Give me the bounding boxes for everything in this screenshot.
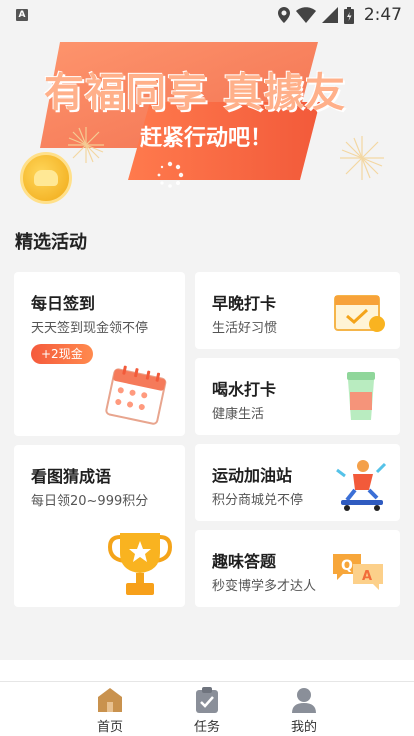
location-icon bbox=[277, 7, 290, 23]
clipboard-icon bbox=[196, 687, 218, 713]
signal-icon bbox=[321, 7, 338, 23]
card-title: 趣味答题 bbox=[212, 552, 277, 571]
svg-text:Q: Q bbox=[341, 558, 353, 574]
card-title: 运动加油站 bbox=[212, 466, 293, 485]
card-subtitle: 秒变博学多才达人 bbox=[212, 579, 317, 594]
card-subtitle: 每日领20~999积分 bbox=[31, 494, 149, 509]
card-drink-water[interactable]: 喝水打卡 健康生活 bbox=[195, 358, 400, 435]
card-subtitle: 积分商城兑不停 bbox=[212, 493, 304, 508]
nav-label: 我的 bbox=[290, 720, 317, 735]
checklist-calendar-icon bbox=[334, 295, 385, 332]
banner-subline: 赶紧行动吧！ bbox=[140, 126, 273, 151]
card-guess-idiom[interactable]: 看图猜成语 每日领20~999积分 bbox=[14, 445, 185, 607]
card-sport-station[interactable]: 运动加油站 积分商城兑不停 bbox=[195, 444, 400, 521]
card-title: 每日签到 bbox=[31, 294, 96, 313]
nav-home[interactable]: 首页 bbox=[85, 686, 135, 735]
card-morning-evening[interactable]: 早晚打卡 生活好习惯 bbox=[195, 272, 400, 349]
section-title: 精选活动 bbox=[15, 232, 87, 253]
status-bar: A 2:47 bbox=[0, 0, 414, 30]
content-footer bbox=[0, 660, 414, 681]
nav-label: 任务 bbox=[193, 720, 220, 735]
nav-label: 首页 bbox=[96, 720, 123, 735]
cash-badge: +2现金 bbox=[31, 344, 93, 364]
qa-bubble-icon: Q A bbox=[333, 554, 383, 590]
bottom-nav: 首页 任务 我的 bbox=[0, 681, 414, 736]
notification-icon: A bbox=[16, 9, 28, 21]
card-subtitle: 天天签到现金领不停 bbox=[31, 321, 149, 336]
calendar-icon bbox=[105, 365, 167, 425]
banner-headline: 有福同享 真據友 bbox=[44, 70, 346, 116]
card-subtitle: 健康生活 bbox=[212, 407, 265, 422]
home-icon bbox=[98, 688, 122, 712]
battery-icon bbox=[343, 6, 354, 24]
nav-mine[interactable]: 我的 bbox=[279, 686, 329, 735]
nav-tasks[interactable]: 任务 bbox=[182, 686, 232, 735]
card-daily-checkin[interactable]: 每日签到 天天签到现金领不停 +2现金 bbox=[14, 272, 185, 436]
card-subtitle: 生活好习惯 bbox=[212, 321, 278, 336]
wifi-icon bbox=[295, 7, 316, 23]
coin-icon[interactable] bbox=[20, 152, 72, 204]
clock: 2:47 bbox=[363, 5, 402, 25]
cup-icon bbox=[347, 372, 375, 420]
card-title: 喝水打卡 bbox=[212, 380, 277, 399]
svg-text:A: A bbox=[362, 569, 372, 584]
trophy-icon bbox=[108, 533, 172, 595]
card-title: 早晚打卡 bbox=[212, 294, 277, 313]
skateboard-icon bbox=[336, 460, 387, 511]
card-fun-quiz[interactable]: 趣味答题 秒变博学多才达人 Q A bbox=[195, 530, 400, 607]
card-title: 看图猜成语 bbox=[31, 467, 112, 486]
user-icon bbox=[292, 688, 316, 713]
